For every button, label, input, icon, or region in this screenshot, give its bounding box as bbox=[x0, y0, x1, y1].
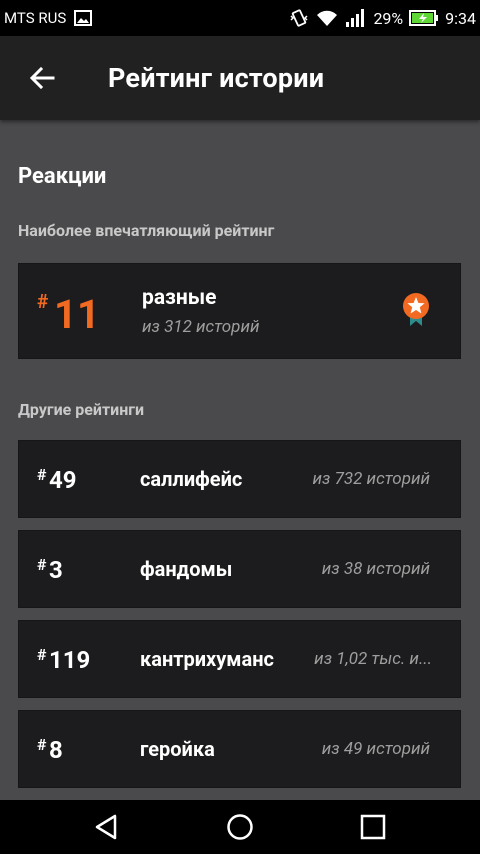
recents-square-icon bbox=[360, 814, 386, 840]
vibrate-icon bbox=[289, 8, 309, 28]
battery-percent: 29% bbox=[373, 8, 404, 28]
rating-row[interactable]: # 49 саллифейс из 732 историй bbox=[18, 440, 461, 518]
image-icon bbox=[74, 10, 93, 26]
home-circle-icon bbox=[227, 814, 253, 840]
other-ratings-label: Другие рейтинги bbox=[18, 400, 145, 419]
rank-number: 3 bbox=[49, 556, 63, 584]
row-count: из 49 историй bbox=[321, 739, 430, 759]
row-category: фандомы bbox=[140, 557, 233, 581]
app-bar: Рейтинг истории bbox=[0, 36, 480, 120]
rank-hash: # bbox=[37, 735, 47, 754]
carrier-label: MTS RUS bbox=[4, 9, 67, 27]
rank-hash: # bbox=[37, 465, 47, 484]
featured-subtitle: из 312 историй bbox=[142, 317, 260, 337]
award-ribbon-icon bbox=[402, 292, 430, 328]
row-count: из 732 историй bbox=[312, 469, 430, 489]
section-title-reactions: Реакции bbox=[18, 164, 107, 189]
rating-row[interactable]: # 3 фандомы из 38 историй bbox=[18, 530, 461, 608]
back-triangle-icon bbox=[95, 814, 117, 840]
rank-hash: # bbox=[37, 645, 47, 664]
row-category: саллифейс bbox=[140, 467, 243, 491]
rating-row[interactable]: # 119 кантрихуманс из 1,02 тыс. и... bbox=[18, 620, 461, 698]
rank-number: 49 bbox=[49, 466, 77, 494]
arrow-back-icon bbox=[29, 66, 55, 90]
battery-charging-icon bbox=[409, 9, 439, 27]
rank-number: 8 bbox=[49, 736, 63, 764]
rating-row[interactable]: # 8 геройка из 49 историй bbox=[18, 710, 461, 788]
back-button[interactable] bbox=[22, 60, 62, 96]
row-count: из 1,02 тыс. и... bbox=[314, 649, 432, 669]
rank-hash: # bbox=[37, 555, 47, 574]
featured-rating-card[interactable]: # 11 разные из 312 историй bbox=[18, 263, 461, 359]
featured-rating-label: Наиболее впечатляющий рейтинг bbox=[18, 221, 275, 240]
clock: 9:34 bbox=[445, 8, 476, 28]
rank-number: 119 bbox=[49, 646, 91, 674]
navigation-bar bbox=[0, 800, 480, 854]
row-count: из 38 историй bbox=[321, 559, 430, 579]
rank-hash: # bbox=[37, 290, 49, 313]
signal-icon bbox=[345, 8, 367, 28]
nav-recents-button[interactable] bbox=[343, 800, 403, 854]
rank-number: 11 bbox=[54, 291, 100, 338]
nav-back-button[interactable] bbox=[77, 800, 137, 854]
page-title: Рейтинг истории bbox=[108, 62, 325, 94]
row-category: геройка bbox=[140, 737, 215, 761]
status-bar: MTS RUS 29% 9:34 bbox=[0, 0, 480, 36]
featured-category: разные bbox=[142, 286, 217, 310]
nav-home-button[interactable] bbox=[210, 800, 270, 854]
content-area: Реакции Наиболее впечатляющий рейтинг # … bbox=[0, 120, 480, 800]
wifi-icon bbox=[315, 9, 339, 27]
row-category: кантрихуманс bbox=[140, 647, 274, 671]
